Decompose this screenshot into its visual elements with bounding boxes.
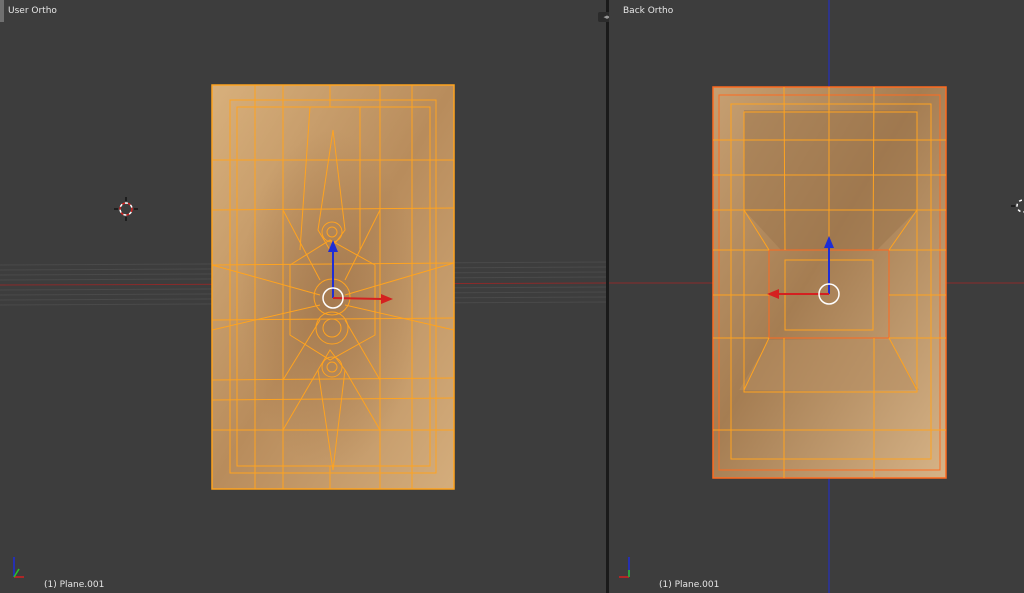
3d-cursor-icon[interactable] (114, 197, 138, 221)
axis-gizmo-icon (619, 557, 630, 578)
viewport-title: Back Ortho (623, 6, 674, 16)
axis-gizmo-icon (13, 557, 24, 578)
object-label: (1) Plane.001 (659, 580, 720, 590)
corner-handle[interactable] (0, 0, 4, 22)
viewport-back-ortho[interactable]: Back Ortho (1) Plane.001 (609, 0, 1024, 593)
left-canvas[interactable] (0, 0, 606, 593)
viewport-user-ortho[interactable]: User Ortho (1) Plane.001 (0, 0, 606, 593)
viewport-title: User Ortho (8, 6, 57, 16)
right-canvas[interactable] (609, 0, 1024, 593)
3d-cursor-icon[interactable] (1011, 199, 1024, 213)
object-label: (1) Plane.001 (44, 580, 105, 590)
